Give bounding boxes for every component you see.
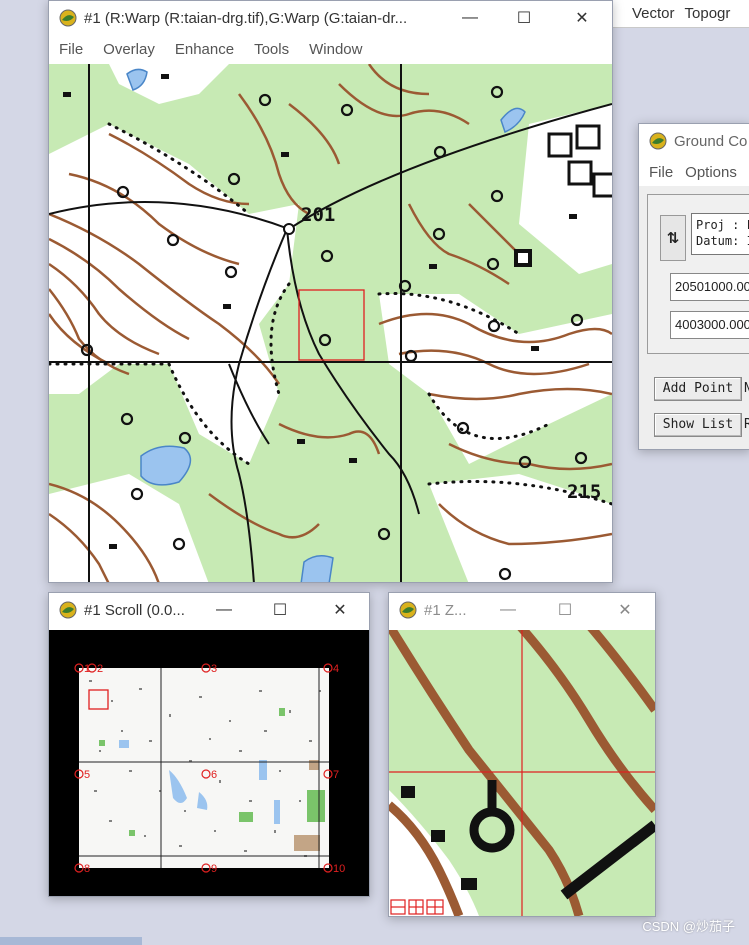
gcp-marker-label-5: 5 (84, 769, 90, 781)
envi-logo-icon (59, 601, 77, 619)
gcp-window-titlebar[interactable]: Ground Co (639, 124, 749, 158)
gcp-marker-label-8: 8 (84, 863, 90, 875)
envi-logo-icon (59, 9, 77, 27)
gcp-menu-options[interactable]: Options (683, 164, 747, 181)
maximize-button[interactable]: ☐ (501, 1, 547, 35)
watermark-text: CSDN @炒茄子 (642, 919, 735, 934)
show-list-button[interactable]: Show List (654, 413, 742, 437)
show-list-side-label: R (744, 414, 749, 436)
menu-enhance[interactable]: Enhance (165, 41, 244, 58)
swap-coordinates-button[interactable]: ⇅ (660, 215, 686, 261)
menu-window[interactable]: Window (299, 41, 372, 58)
zoom-canvas[interactable] (389, 630, 655, 916)
gcp-marker-label-7: 7 (333, 769, 339, 781)
menu-topographic[interactable]: Topogr (685, 5, 741, 22)
close-button[interactable]: ✕ (317, 593, 363, 627)
zoom-box-indicator[interactable] (298, 289, 365, 361)
base-image-panel: ⇅ Proj : F Datum: I 20501000.00 4003000.… (647, 194, 749, 354)
main-image-window: #1 (R:Warp (R:taian-drg.tif),G:Warp (G:t… (48, 0, 613, 583)
gcp-marker-label-1: 1 (84, 663, 90, 675)
scroll-canvas[interactable]: 1 3 4 5 6 7 8 9 10 2 (49, 630, 369, 896)
scroll-window-titlebar[interactable]: #1 Scroll (0.0... — ☐ ✕ (49, 593, 369, 627)
main-map-canvas[interactable]: 201 215 (49, 64, 612, 582)
zoomed-map (389, 630, 655, 916)
taskbar-strip (0, 937, 142, 945)
menu-file[interactable]: File (49, 41, 93, 58)
envi-main-menubar: Vector Topogr (612, 0, 749, 28)
projection-info: Proj : F Datum: I (691, 213, 749, 255)
gcp-marker-label-6: 6 (211, 769, 217, 781)
menu-tools[interactable]: Tools (244, 41, 299, 58)
scroll-window: #1 Scroll (0.0... — ☐ ✕ 1 3 4 5 6 7 8 9 … (48, 592, 370, 897)
minimize-button[interactable]: — (485, 593, 531, 627)
gcp-window-body: ⇅ Proj : F Datum: I 20501000.00 4003000.… (639, 186, 749, 449)
zoom-window-title: #1 Z... (424, 601, 467, 619)
main-window-title: #1 (R:Warp (R:taian-drg.tif),G:Warp (G:t… (84, 9, 408, 27)
gcp-marker-label-2: 2 (97, 663, 103, 675)
main-window-titlebar[interactable]: #1 (R:Warp (R:taian-drg.tif),G:Warp (G:t… (49, 1, 612, 35)
maximize-button[interactable]: ☐ (542, 593, 588, 627)
northing-field[interactable]: 4003000.000 (670, 311, 749, 339)
maximize-button[interactable]: ☐ (257, 593, 303, 627)
topographic-map: 201 215 (49, 64, 612, 582)
gcp-menu-file[interactable]: File (639, 164, 683, 181)
scroll-overview-map: 1 3 4 5 6 7 8 9 10 2 (74, 663, 345, 875)
close-button[interactable]: ✕ (559, 1, 605, 35)
add-point-side-label: N (744, 378, 749, 400)
zoom-window-titlebar[interactable]: #1 Z... — ☐ ✕ (389, 593, 655, 627)
zoom-window: #1 Z... — ☐ ✕ (388, 592, 656, 917)
add-point-button[interactable]: Add Point (654, 377, 742, 401)
close-button[interactable]: ✕ (602, 593, 648, 627)
gcp-window-title: Ground Co (674, 132, 748, 150)
gcp-selection-window: Ground Co File Options ⇅ Proj : F Datum:… (638, 123, 749, 450)
gcp-window-menubar: File Options (639, 158, 749, 186)
gcp-marker-label-9: 9 (211, 863, 217, 875)
minimize-button[interactable]: — (447, 1, 493, 35)
elevation-label-215: 215 (567, 481, 601, 503)
swap-arrows-icon: ⇅ (666, 230, 680, 247)
menu-overlay[interactable]: Overlay (93, 41, 165, 58)
elevation-label-201: 201 (301, 204, 335, 226)
envi-logo-icon (649, 132, 667, 150)
gcp-marker-label-10: 10 (333, 863, 345, 875)
scroll-window-title: #1 Scroll (0.0... (84, 601, 185, 619)
main-window-menubar: File Overlay Enhance Tools Window (49, 35, 612, 63)
menu-vector[interactable]: Vector (612, 5, 685, 22)
easting-field[interactable]: 20501000.00 (670, 273, 749, 301)
gcp-marker-label-3: 3 (211, 663, 217, 675)
minimize-button[interactable]: — (201, 593, 247, 627)
gcp-marker-label-4: 4 (333, 663, 339, 675)
envi-logo-icon (399, 601, 417, 619)
